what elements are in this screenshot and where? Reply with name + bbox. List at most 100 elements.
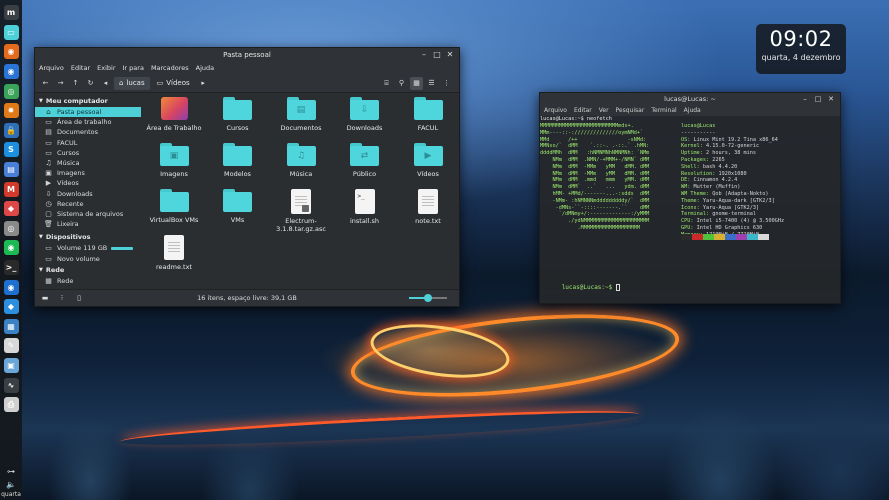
thunderbird-icon[interactable]: ◉: [3, 64, 19, 80]
file-item[interactable]: Modelos: [208, 143, 268, 178]
file-item[interactable]: Electrum-3.1.8.tar.gz.asc: [271, 189, 331, 233]
tray-clock-label[interactable]: quarta: [1, 491, 21, 498]
app-icon[interactable]: ◆: [3, 201, 19, 217]
vscode-icon[interactable]: ◆: [3, 299, 19, 315]
close-icon[interactable]: ✕: [445, 49, 455, 60]
sidebar-item-label: Recente: [57, 199, 84, 208]
sidebar-item[interactable]: ▭ FACUL: [35, 138, 141, 148]
sidebar-item[interactable]: ⇩ Downloads: [35, 189, 141, 199]
zoom-slider[interactable]: [409, 294, 447, 302]
file-item[interactable]: ⇄ Público: [335, 143, 395, 178]
terminal-titlebar[interactable]: lucas@Lucas: ~ – □ ✕: [540, 93, 840, 105]
icon-view-icon[interactable]: ▦: [410, 76, 423, 90]
back-icon[interactable]: ←: [39, 77, 52, 90]
skype-icon[interactable]: S: [3, 142, 19, 158]
terminal-menu-item-4[interactable]: Terminal: [651, 107, 676, 114]
file-item[interactable]: >_ install.sh: [335, 189, 395, 225]
minimize-icon[interactable]: –: [419, 49, 429, 60]
terminal-icon[interactable]: >_: [3, 260, 19, 276]
sidebar-item[interactable]: 🗑 Lixeira: [35, 219, 141, 229]
printer-icon[interactable]: ⎙: [3, 397, 19, 413]
file-item[interactable]: readme.txt: [144, 235, 204, 271]
chrome-icon[interactable]: ◎: [3, 83, 19, 99]
sidebar-item[interactable]: ▣ Imagens: [35, 168, 141, 178]
menu-item-4[interactable]: Marcadores: [151, 64, 189, 72]
neofetch-info-row: DE: Cinnamon 4.2.4: [681, 177, 738, 184]
sidebar-item[interactable]: ▭ Novo volume: [35, 253, 141, 263]
menu-item-3[interactable]: Ir para: [123, 64, 144, 72]
file-item[interactable]: VMs: [208, 189, 268, 224]
minimize-icon[interactable]: –: [800, 94, 810, 104]
sidebar-item[interactable]: ▭ Área de trabalho: [35, 117, 141, 127]
neofetch-info-row: WM Theme: Qob (Adapta-Nokto): [681, 190, 769, 197]
file-item[interactable]: ♫ Música: [271, 143, 331, 178]
menu-item-0[interactable]: Arquivo: [39, 64, 64, 72]
sidebar-item[interactable]: ▤ Documentos: [35, 127, 141, 137]
file-item[interactable]: ▣ Imagens: [144, 143, 204, 178]
gmail-icon[interactable]: M: [3, 181, 19, 197]
system-monitor-icon[interactable]: ∿: [3, 377, 19, 393]
close-icon[interactable]: ✕: [826, 94, 836, 104]
file-item-label: Música: [289, 170, 313, 178]
files-icon[interactable]: ▭: [3, 24, 19, 40]
file-item[interactable]: Área de Trabalho: [144, 97, 204, 132]
sidebar-heading[interactable]: ▼ Rede: [35, 264, 141, 276]
file-item[interactable]: note.txt: [398, 189, 458, 225]
docs-icon[interactable]: ▤: [3, 162, 19, 178]
up-icon[interactable]: ↑: [69, 77, 82, 90]
menu-item-2[interactable]: Exibir: [97, 64, 115, 72]
menu-item-5[interactable]: Ajuda: [196, 64, 214, 72]
file-item[interactable]: ▤ Documentos: [271, 97, 331, 132]
terminal-menu-item-0[interactable]: Arquivo: [544, 107, 567, 114]
firefox-icon[interactable]: ◉: [3, 44, 19, 60]
sidebar-item[interactable]: ▢ Sistema de arquivos: [35, 209, 141, 219]
maximize-icon[interactable]: □: [813, 94, 823, 104]
spotify-icon[interactable]: ◉: [3, 240, 19, 256]
network-tray-icon[interactable]: ⊶: [7, 467, 15, 476]
file-item[interactable]: Cursos: [208, 97, 268, 132]
sidebar-heading[interactable]: ▼ Meu computador: [35, 95, 141, 107]
sidebar-item[interactable]: ▶ Vídeos: [35, 178, 141, 188]
monitor-icon[interactable]: ▦: [3, 318, 19, 334]
list-view-icon[interactable]: ☰: [425, 77, 438, 90]
sidebar-item[interactable]: ▭ Volume 119 GB: [35, 243, 141, 253]
location-toggle-icon[interactable]: ⌸: [380, 77, 393, 90]
file-item[interactable]: FACUL: [398, 97, 458, 132]
sidebar-item[interactable]: ♫ Música: [35, 158, 141, 168]
volume-tray-icon[interactable]: 🔈: [6, 480, 16, 489]
forward-icon[interactable]: →: [54, 77, 67, 90]
disk-icon[interactable]: ◎: [3, 220, 19, 236]
sidebar-item[interactable]: ⌂ Pasta pessoal: [35, 107, 141, 118]
file-item-label: Downloads: [346, 124, 383, 132]
search-icon[interactable]: ⚲: [395, 77, 408, 90]
terminal-menu-item-1[interactable]: Editar: [574, 107, 592, 114]
neofetch-info-row: Terminal: gnome-terminal: [681, 211, 756, 218]
reload-icon[interactable]: ↻: [84, 77, 97, 90]
terminal-output[interactable]: lucas@Lucas:~$ neofetch MMMMMMMMMMMMMMMM…: [540, 116, 840, 303]
lock-icon[interactable]: 🔒: [3, 122, 19, 138]
settings-gear-icon[interactable]: ✹: [3, 103, 19, 119]
compact-view-icon[interactable]: ⋮: [440, 77, 453, 90]
sidebar-item[interactable]: ▦ Rede: [35, 276, 141, 286]
sidebar-item[interactable]: ▭ Cursos: [35, 148, 141, 158]
file-item[interactable]: VirtualBox VMs: [144, 189, 204, 224]
browser-icon[interactable]: ◉: [3, 279, 19, 295]
breadcrumb-left-icon[interactable]: ◂: [99, 77, 112, 90]
menu-item-1[interactable]: Editar: [71, 64, 90, 72]
menu-icon[interactable]: m: [3, 5, 19, 21]
file-item[interactable]: ▶ Vídeos: [398, 143, 458, 178]
editor-icon[interactable]: ✎: [3, 338, 19, 354]
terminal-menu-item-2[interactable]: Ver: [599, 107, 609, 114]
breadcrumb-videos[interactable]: ▭ Vídeos: [152, 77, 195, 90]
terminal-menu-item-5[interactable]: Ajuda: [684, 107, 701, 114]
zoom-slider-knob[interactable]: [424, 294, 432, 302]
file-manager-titlebar[interactable]: Pasta pessoal – □ ✕: [35, 48, 459, 62]
photo-icon[interactable]: ▣: [3, 357, 19, 373]
breadcrumb-right-icon[interactable]: ▸: [197, 77, 210, 90]
file-item[interactable]: ⇩ Downloads: [335, 97, 395, 132]
terminal-menu-item-3[interactable]: Pesquisar: [616, 107, 645, 114]
sidebar-item[interactable]: ◷ Recente: [35, 199, 141, 209]
breadcrumb-home[interactable]: ⌂ lucas: [114, 76, 150, 90]
sidebar-heading[interactable]: ▼ Dispositivos: [35, 231, 141, 243]
maximize-icon[interactable]: □: [432, 49, 442, 60]
